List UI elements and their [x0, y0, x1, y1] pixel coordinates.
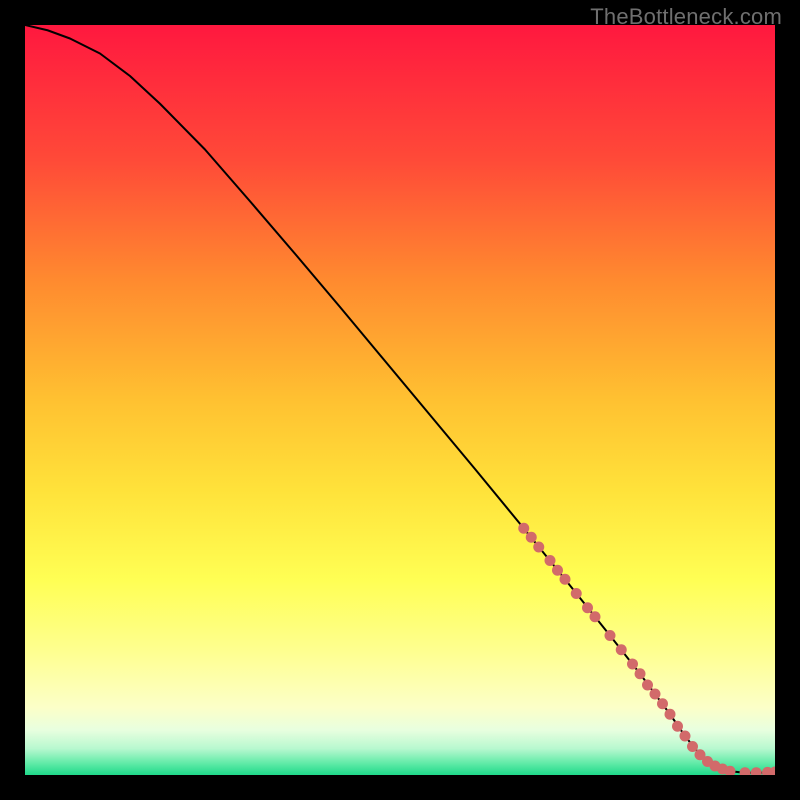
highlight-point — [571, 588, 582, 599]
highlight-point — [590, 611, 601, 622]
highlight-point — [680, 731, 691, 742]
highlight-point — [687, 741, 698, 752]
highlight-point — [582, 602, 593, 613]
highlight-point — [672, 721, 683, 732]
plot-area — [25, 25, 775, 775]
chart-svg — [25, 25, 775, 775]
highlight-point — [552, 565, 563, 576]
highlight-point — [665, 709, 676, 720]
highlight-point — [605, 630, 616, 641]
highlight-point — [616, 644, 627, 655]
highlight-point — [560, 574, 571, 585]
highlight-point — [545, 555, 556, 566]
highlight-point — [533, 542, 544, 553]
gradient-background — [25, 25, 775, 775]
chart-frame: TheBottleneck.com — [0, 0, 800, 800]
highlight-point — [657, 698, 668, 709]
highlight-point — [635, 668, 646, 679]
highlight-point — [627, 659, 638, 670]
highlight-point — [642, 680, 653, 691]
highlight-point — [650, 689, 661, 700]
highlight-point — [518, 523, 529, 534]
highlight-point — [526, 532, 537, 543]
